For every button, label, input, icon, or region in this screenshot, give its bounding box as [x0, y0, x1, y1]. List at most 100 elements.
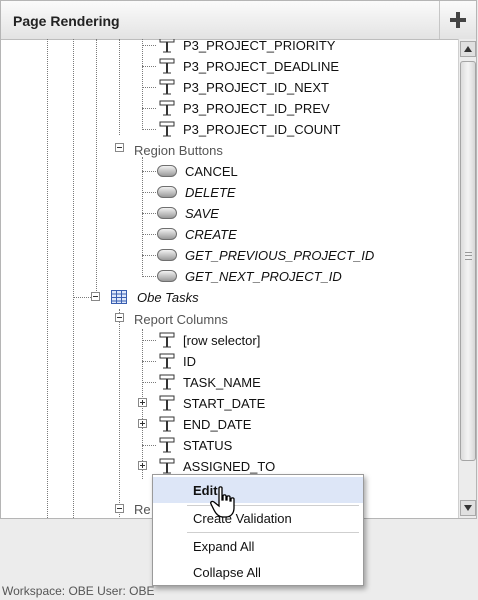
- tree-guide: [119, 309, 120, 518]
- scroll-up-button[interactable]: [460, 41, 476, 57]
- tree-item[interactable]: P3_PROJECT_ID_COUNT: [157, 119, 340, 139]
- tree-column-item[interactable]: ASSIGNED_TO: [157, 456, 275, 476]
- tree-button-item[interactable]: GET_NEXT_PROJECT_ID: [157, 266, 342, 286]
- tree-group-region-buttons[interactable]: Region Buttons: [134, 140, 223, 160]
- tree-item-label: ID: [183, 353, 196, 369]
- tree-column-item[interactable]: START_DATE: [157, 393, 265, 413]
- tree-region-label: Obe Tasks: [137, 289, 199, 305]
- tree-item-label: TASK_NAME: [183, 374, 261, 390]
- button-icon: [157, 165, 177, 177]
- tree-item-label: SAVE: [185, 205, 219, 221]
- column-icon: [159, 458, 175, 474]
- expand-toggle[interactable]: [138, 419, 147, 428]
- column-icon: [159, 416, 175, 432]
- tree-column-item[interactable]: [row selector]: [157, 330, 260, 350]
- tree-item-label: DELETE: [185, 184, 236, 200]
- tree-region-obe-tasks[interactable]: Obe Tasks: [111, 287, 199, 307]
- arrow-up-icon: [464, 46, 472, 52]
- menu-item-label: Expand All: [193, 538, 255, 554]
- menu-item-label: Create Validation: [193, 510, 292, 526]
- expand-toggle[interactable]: [138, 461, 147, 470]
- tree-item[interactable]: P3_PROJECT_DEADLINE: [157, 56, 339, 76]
- tree-item-label: [row selector]: [183, 332, 261, 348]
- expand-toggle[interactable]: [138, 398, 147, 407]
- report-grid-icon: [111, 290, 127, 304]
- column-icon: [159, 353, 175, 369]
- column-icon: [159, 121, 175, 137]
- tree-item-label: STATUS: [183, 437, 233, 453]
- column-icon: [159, 100, 175, 116]
- tree-guide: [96, 39, 97, 299]
- menu-item-expand-all[interactable]: Expand All: [153, 533, 363, 559]
- tree-guide: [119, 39, 120, 135]
- tree-guide: [142, 157, 143, 275]
- panel-header: Page Rendering: [1, 1, 476, 40]
- tree-item-label: P3_PROJECT_PRIORITY: [183, 39, 336, 53]
- column-icon: [159, 437, 175, 453]
- column-icon: [159, 58, 175, 74]
- tree-view: P3_PROJECT_PRIORITY P3_PROJECT_DEADLINE …: [1, 39, 458, 518]
- button-icon: [157, 228, 177, 240]
- tree-guide: [47, 39, 48, 518]
- menu-item-label: Edit: [193, 482, 218, 498]
- tree-column-item[interactable]: TASK_NAME: [157, 372, 261, 392]
- column-icon: [159, 79, 175, 95]
- tree-group-report-columns[interactable]: Report Columns: [134, 309, 228, 329]
- tree-item[interactable]: P3_PROJECT_PRIORITY: [157, 39, 335, 55]
- collapse-toggle[interactable]: [115, 313, 124, 322]
- button-icon: [157, 249, 177, 261]
- tree-button-item[interactable]: GET_PREVIOUS_PROJECT_ID: [157, 245, 374, 265]
- tree-column-item[interactable]: STATUS: [157, 435, 232, 455]
- tree-column-item[interactable]: END_DATE: [157, 414, 251, 434]
- column-icon: [159, 332, 175, 348]
- collapse-toggle[interactable]: [115, 504, 124, 513]
- menu-item-create-validation[interactable]: Create Validation: [153, 505, 363, 531]
- add-button[interactable]: [439, 1, 476, 39]
- tree-item[interactable]: P3_PROJECT_ID_NEXT: [157, 77, 329, 97]
- status-bar: Workspace: OBE User: OBE: [2, 584, 155, 598]
- tree-item[interactable]: P3_PROJECT_ID_PREV: [157, 98, 330, 118]
- tree-group-partial[interactable]: Re: [134, 499, 151, 518]
- tree-item-label: P3_PROJECT_ID_PREV: [183, 100, 330, 116]
- tree-item-label: CANCEL: [185, 163, 238, 179]
- context-menu: Edit Create Validation Expand All Collap…: [152, 474, 364, 586]
- scrollbar-thumb[interactable]: [460, 61, 476, 461]
- plus-icon: [450, 12, 466, 28]
- tree-group-label: Re: [134, 501, 151, 517]
- collapse-toggle[interactable]: [115, 143, 124, 152]
- tree-item-label: P3_PROJECT_ID_COUNT: [183, 121, 341, 137]
- tree-item-label: END_DATE: [183, 416, 252, 432]
- panel-title: Page Rendering: [13, 13, 120, 29]
- tree-guide: [142, 39, 143, 130]
- menu-item-label: Collapse All: [193, 564, 261, 580]
- column-icon: [159, 374, 175, 390]
- tree-item-label: GET_PREVIOUS_PROJECT_ID: [185, 247, 375, 263]
- tree-guide: [73, 39, 74, 518]
- column-icon: [159, 39, 175, 53]
- tree-item-label: P3_PROJECT_DEADLINE: [183, 58, 340, 74]
- page-rendering-panel: Page Rendering P3_PROJECT_PRIORITY P3_PR…: [0, 0, 477, 519]
- column-icon: [159, 395, 175, 411]
- tree-item-label: CREATE: [185, 226, 237, 242]
- collapse-toggle[interactable]: [91, 292, 100, 301]
- tree-button-item[interactable]: CANCEL: [157, 161, 238, 181]
- vertical-scrollbar[interactable]: [458, 39, 476, 518]
- tree-item-label: ASSIGNED_TO: [183, 458, 276, 474]
- tree-item-label: GET_NEXT_PROJECT_ID: [185, 268, 342, 284]
- tree-button-item[interactable]: CREATE: [157, 224, 237, 244]
- tree-group-label: Region Buttons: [134, 142, 223, 158]
- tree-column-item[interactable]: ID: [157, 351, 196, 371]
- menu-item-collapse-all[interactable]: Collapse All: [153, 559, 363, 585]
- scroll-down-button[interactable]: [460, 500, 476, 516]
- tree-item-label: START_DATE: [183, 395, 266, 411]
- button-icon: [157, 186, 177, 198]
- grip-icon: [465, 252, 472, 260]
- tree-button-item[interactable]: DELETE: [157, 182, 236, 202]
- tree-group-label: Report Columns: [134, 311, 228, 327]
- menu-item-edit[interactable]: Edit: [153, 477, 363, 503]
- arrow-down-icon: [464, 505, 472, 511]
- tree-item-label: P3_PROJECT_ID_NEXT: [183, 79, 329, 95]
- button-icon: [157, 207, 177, 219]
- tree-button-item[interactable]: SAVE: [157, 203, 219, 223]
- button-icon: [157, 270, 177, 282]
